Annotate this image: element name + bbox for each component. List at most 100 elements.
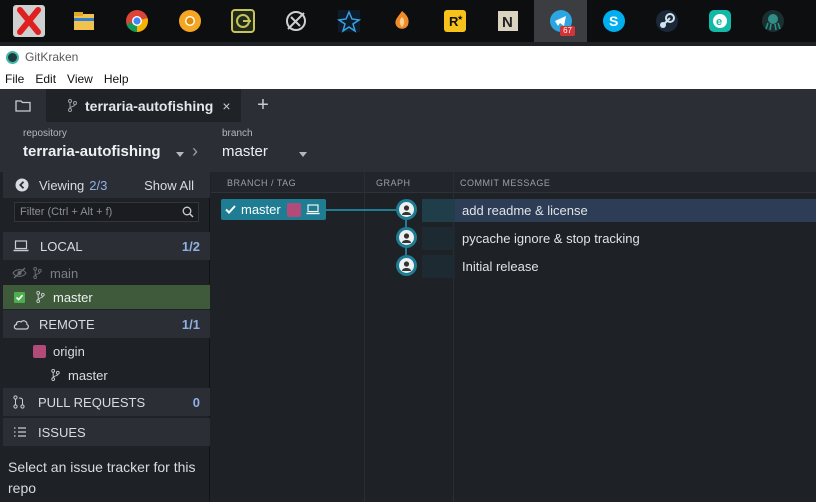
remote-branch-label: master (68, 367, 108, 383)
window-titlebar: GitKraken (0, 46, 816, 68)
folder-icon (15, 100, 31, 112)
graph-branch-name: master (241, 202, 281, 217)
svg-text:N: N (502, 14, 513, 31)
column-branch-tag[interactable]: BRANCH / TAG (227, 178, 296, 188)
menu-file[interactable]: File (0, 72, 28, 86)
branch-row-master[interactable]: master (3, 285, 210, 309)
issue-tracker-message[interactable]: Select an issue tracker for this repo (8, 457, 208, 499)
menu-view[interactable]: View (62, 72, 97, 86)
laptop-icon (306, 204, 320, 215)
commit-row-3[interactable]: Initial release (455, 255, 816, 278)
commit-graph-panel: BRANCH / TAG GRAPH COMMIT MESSAGE master… (211, 172, 816, 502)
author-avatar-icon (402, 205, 411, 215)
column-graph[interactable]: GRAPH (376, 178, 411, 188)
pull-request-icon (13, 395, 25, 409)
tab-label: terraria-autofishing (85, 97, 214, 114)
filter-input[interactable]: Filter (Ctrl + Alt + f) (14, 202, 199, 222)
open-repo-button[interactable] (0, 89, 46, 122)
pull-requests-section-header[interactable]: PULL REQUESTS 0 (3, 388, 210, 416)
rockstar-icon: R★ (443, 10, 466, 32)
chevron-right-icon: › (192, 141, 198, 161)
viewing-count: 2/3 (89, 177, 108, 193)
commit-row-2[interactable]: pycache ignore & stop tracking (455, 227, 816, 250)
taskbar: R ★ N 67 S e (0, 0, 816, 42)
taskbar-chrome[interactable] (110, 0, 163, 42)
file-explorer-icon (73, 12, 94, 30)
menu-edit[interactable]: Edit (30, 72, 60, 86)
taskbar-steam[interactable] (640, 0, 693, 42)
branch-label-master: master (53, 289, 93, 305)
branch-label-main: main (50, 265, 79, 281)
column-divider (364, 172, 365, 502)
repository-caption: repository (23, 128, 67, 139)
new-tab-button[interactable]: + (241, 89, 285, 122)
remote-avatar (286, 202, 301, 217)
taskbar-app-e[interactable]: e (693, 0, 746, 42)
list-icon (14, 427, 26, 437)
taskbar-fl-studio[interactable] (375, 0, 428, 42)
window-title: GitKraken (25, 50, 79, 64)
taskbar-telegram[interactable]: 67 (534, 0, 587, 42)
gitkraken-logo-icon (6, 50, 19, 64)
gitkraken-icon (761, 10, 784, 32)
branch-connector-line (326, 209, 396, 211)
issues-section-header[interactable]: ISSUES (3, 418, 210, 446)
app-e-icon: e (708, 10, 731, 32)
taskbar-skype[interactable]: S (587, 0, 640, 42)
svg-text:S: S (609, 13, 618, 29)
viewing-bar: Viewing 2/3 Show All (3, 172, 210, 198)
taskbar-chrome-canary[interactable] (163, 0, 216, 42)
laptop-icon (13, 240, 29, 252)
eye-hidden-icon[interactable] (12, 267, 27, 279)
close-x-icon (12, 5, 45, 37)
graph-column-headers: BRANCH / TAG GRAPH COMMIT MESSAGE (211, 172, 816, 193)
commit-node[interactable] (396, 255, 417, 276)
repository-name[interactable]: terraria-autofishing (23, 143, 161, 160)
app-compass-icon (285, 11, 306, 31)
menu-help[interactable]: Help (99, 72, 133, 86)
repository-dropdown-icon[interactable] (176, 152, 184, 157)
taskbar-app-cc[interactable] (216, 0, 269, 42)
viewing-label: Viewing (39, 177, 85, 193)
commit-graph-strip (422, 255, 455, 278)
taskbar-rockstar[interactable]: R ★ (428, 0, 481, 42)
checkbox-checked-icon[interactable] (14, 291, 25, 303)
commit-node[interactable] (396, 227, 417, 248)
menu-bar: File Edit View Help (0, 68, 816, 89)
taskbar-gitkraken[interactable] (746, 0, 799, 42)
issues-label: ISSUES (38, 424, 86, 440)
remote-origin-row[interactable]: origin (3, 339, 210, 363)
branch-row-main[interactable]: main (3, 261, 210, 285)
branch-dropdown-icon[interactable] (299, 152, 307, 157)
filter-placeholder: Filter (Ctrl + Alt + f) (20, 206, 113, 218)
taskbar-close-app[interactable] (0, 0, 57, 42)
column-commit-message[interactable]: COMMIT MESSAGE (460, 178, 550, 188)
app-cc-icon (230, 9, 255, 33)
tab-bar: terraria-autofishing × + (0, 89, 816, 122)
taskbar-file-explorer[interactable] (57, 0, 110, 42)
chrome-icon (125, 10, 148, 32)
repo-header: repository terraria-autofishing › branch… (0, 122, 816, 172)
steam-icon (655, 10, 678, 32)
author-avatar-icon (402, 261, 411, 271)
tab-repo[interactable]: terraria-autofishing × (46, 89, 241, 122)
fl-studio-icon (394, 11, 409, 29)
commit-row-1[interactable]: add readme & license (455, 199, 816, 222)
cloud-icon (13, 320, 29, 330)
graph-branch-label-master[interactable]: master (221, 199, 326, 220)
taskbar-app-star[interactable] (322, 0, 375, 42)
show-all-button[interactable]: Show All (144, 178, 194, 193)
commit-message: pycache ignore & stop tracking (462, 231, 640, 246)
tab-close-button[interactable]: × (222, 98, 230, 114)
remote-section-header[interactable]: REMOTE 1/1 (3, 310, 210, 338)
taskbar-app-compass[interactable] (269, 0, 322, 42)
remote-branch-master[interactable]: master (3, 363, 210, 387)
local-section-header[interactable]: LOCAL 1/2 (3, 232, 210, 260)
commit-node[interactable] (396, 199, 417, 220)
branch-name[interactable]: master (222, 143, 268, 160)
branch-caption: branch (222, 128, 253, 139)
remote-count: 1/1 (181, 316, 200, 332)
taskbar-app-n[interactable]: N (481, 0, 534, 42)
back-circle-icon[interactable] (15, 178, 29, 192)
remote-label: REMOTE (39, 316, 95, 332)
